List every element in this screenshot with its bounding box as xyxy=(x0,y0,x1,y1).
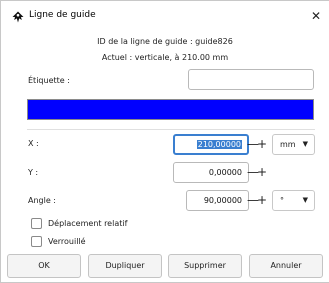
angle-increment-button[interactable]: + xyxy=(257,190,267,211)
chevron-down-icon: ▼ xyxy=(302,196,308,204)
delete-button[interactable]: Supprimer xyxy=(168,254,242,278)
plus-icon: + xyxy=(257,193,268,207)
title-bar[interactable]: Ligne de guide ✕ xyxy=(1,1,329,32)
plus-icon: + xyxy=(257,165,268,179)
guide-line-dialog: Ligne de guide ✕ ID de la ligne de guide… xyxy=(0,0,329,283)
angle-label: Angle : xyxy=(28,196,57,205)
angle-unit-dropdown[interactable]: ° ▼ xyxy=(272,190,315,211)
window-title: Ligne de guide xyxy=(29,10,96,20)
angle-decrement-button[interactable]: — xyxy=(247,190,259,211)
x-value: 210,00000 xyxy=(196,140,242,149)
locked-checkbox[interactable] xyxy=(31,236,42,247)
separator xyxy=(27,129,315,130)
plus-icon: + xyxy=(257,137,268,151)
label-input[interactable] xyxy=(188,69,314,90)
current-position-text: Actuel : verticale, à 210.00 mm xyxy=(101,53,229,62)
y-decrement-button[interactable]: — xyxy=(247,162,259,183)
x-increment-button[interactable]: + xyxy=(257,134,267,155)
inkscape-icon xyxy=(12,11,24,23)
cancel-button[interactable]: Annuler xyxy=(249,254,323,278)
locked-label: Verrouillé xyxy=(48,237,86,246)
guide-color-button[interactable] xyxy=(27,99,314,120)
unit-dropdown[interactable]: mm ▼ xyxy=(272,134,315,155)
y-value: 0,00000 xyxy=(208,168,242,177)
relative-move-checkbox[interactable] xyxy=(31,218,42,229)
x-spin-input[interactable]: 210,00000 xyxy=(173,134,249,155)
y-increment-button[interactable]: + xyxy=(257,162,267,183)
angle-value: 90,00000 xyxy=(203,196,242,205)
y-spin-input[interactable]: 0,00000 xyxy=(173,162,249,183)
relative-move-label: Déplacement relatif xyxy=(48,219,128,228)
x-label: X : xyxy=(28,139,39,148)
ok-button[interactable]: OK xyxy=(7,254,81,278)
label-field-label: Étiquette : xyxy=(28,76,70,85)
y-label: Y : xyxy=(28,168,39,177)
guide-id-text: ID de la ligne de guide : guide826 xyxy=(97,37,233,46)
close-button[interactable]: ✕ xyxy=(307,7,325,25)
unit-value: mm xyxy=(280,140,296,149)
angle-unit-value: ° xyxy=(280,196,284,205)
duplicate-button[interactable]: Dupliquer xyxy=(88,254,162,278)
x-decrement-button[interactable]: — xyxy=(247,134,259,155)
close-icon: ✕ xyxy=(310,9,322,23)
angle-spin-input[interactable]: 90,00000 xyxy=(186,190,249,211)
chevron-down-icon: ▼ xyxy=(302,140,308,148)
button-bar: OK Dupliquer Supprimer Annuler xyxy=(2,251,328,282)
